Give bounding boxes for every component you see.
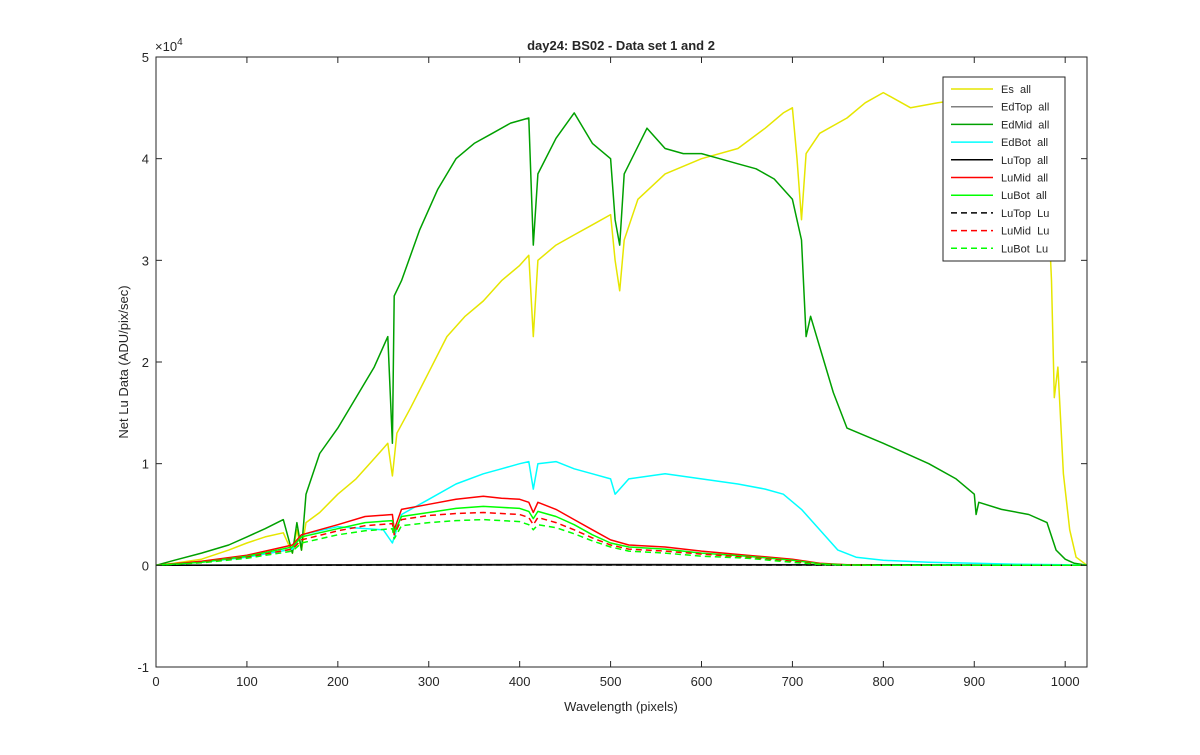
y-axis-exponent-base: ×10 xyxy=(155,39,177,54)
x-tick-label: 500 xyxy=(600,674,622,689)
legend-label-0: Es all xyxy=(1001,84,1031,96)
y-tick-label: 2 xyxy=(142,355,149,370)
legend-label-8: LuMid Lu xyxy=(1001,226,1049,238)
legend: Es all EdTop all EdMid all EdBot all LuTop a… xyxy=(943,77,1065,261)
x-tick-label: 1000 xyxy=(1051,674,1080,689)
legend-label-2: EdMid all xyxy=(1001,119,1049,131)
y-tick-label: 1 xyxy=(142,457,149,472)
x-tick-label: 400 xyxy=(509,674,531,689)
legend-label-4: LuTop all xyxy=(1001,155,1048,167)
x-tick-label: 600 xyxy=(691,674,713,689)
x-tick-label: 300 xyxy=(418,674,440,689)
legend-label-3: EdBot all xyxy=(1001,137,1048,149)
y-axis-label: Net Lu Data (ADU/pix/sec) xyxy=(116,285,131,438)
chart-title: day24: BS02 - Data set 1 and 2 xyxy=(527,38,715,53)
legend-label-6: LuBot all xyxy=(1001,190,1047,202)
x-tick-label: 200 xyxy=(327,674,349,689)
y-tick-label: -1 xyxy=(137,660,149,675)
x-axis-label: Wavelength (pixels) xyxy=(564,699,678,714)
x-tick-label: 0 xyxy=(152,674,159,689)
y-tick-label: 0 xyxy=(142,558,149,573)
chart: day24: BS02 - Data set 1 and 2 010020030… xyxy=(0,0,1200,750)
x-tick-label: 900 xyxy=(963,674,985,689)
y-axis-exponent-power: 4 xyxy=(177,37,183,48)
x-tick-label: 100 xyxy=(236,674,258,689)
legend-label-9: LuBot Lu xyxy=(1001,243,1048,255)
y-tick-label: 4 xyxy=(142,152,149,167)
legend-label-1: EdTop all xyxy=(1001,102,1049,114)
x-tick-label: 700 xyxy=(782,674,804,689)
legend-label-5: LuMid all xyxy=(1001,173,1048,185)
x-tick-label: 800 xyxy=(872,674,894,689)
y-tick-label: 3 xyxy=(142,253,149,268)
legend-label-7: LuTop Lu xyxy=(1001,208,1049,220)
y-tick-label: 5 xyxy=(142,50,149,65)
figure: day24: BS02 - Data set 1 and 2 010020030… xyxy=(0,0,1200,750)
